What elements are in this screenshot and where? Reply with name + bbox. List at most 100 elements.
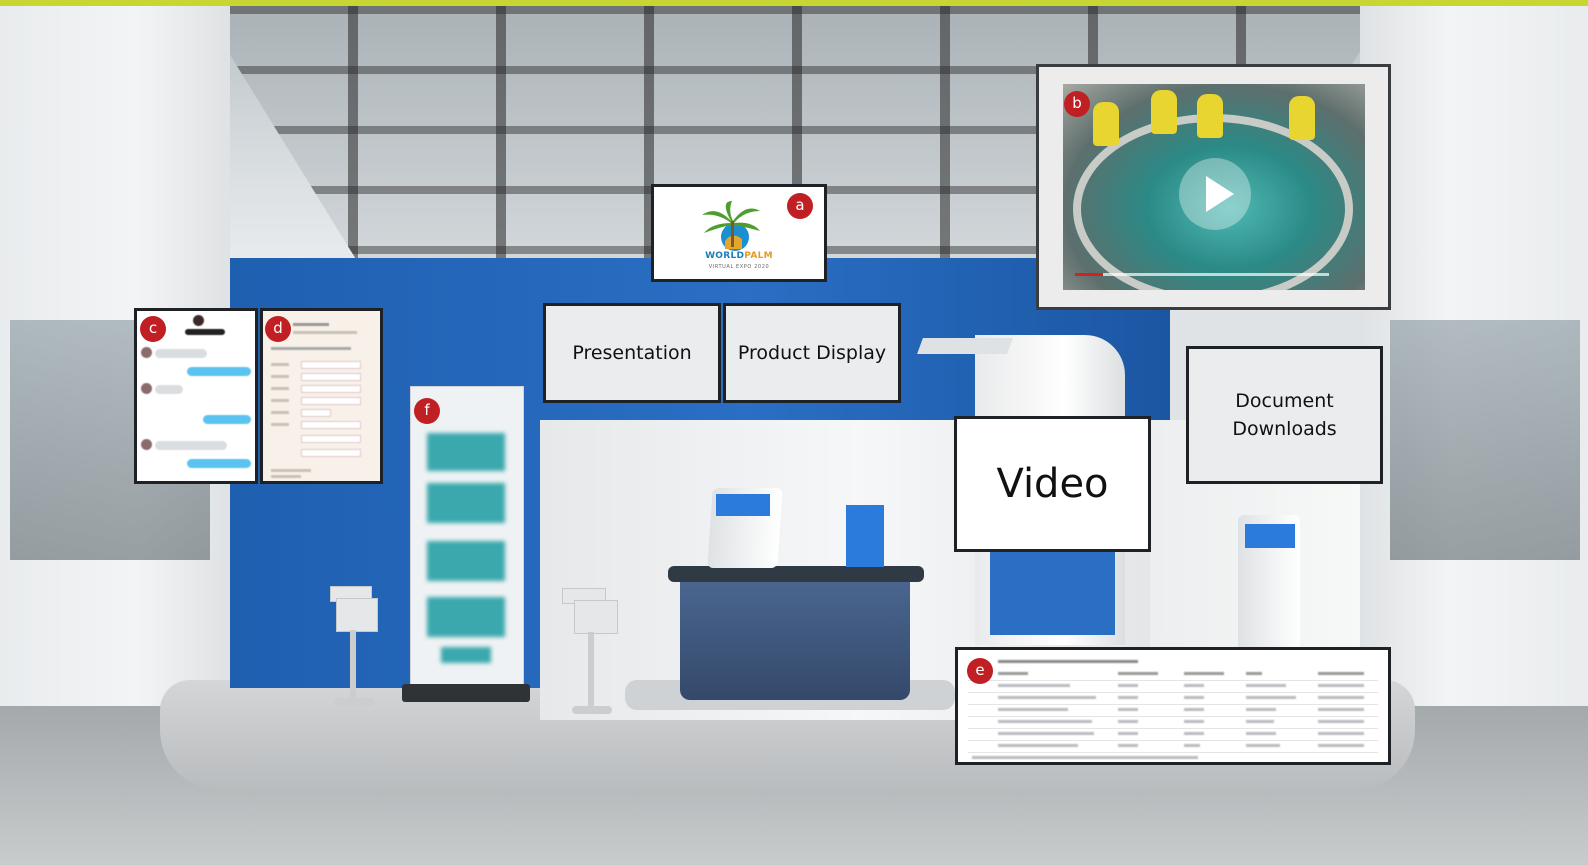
- tower-screen: [990, 540, 1115, 635]
- chat-avatar: [141, 347, 152, 358]
- video-progress-bar[interactable]: [1075, 273, 1329, 276]
- document-downloads-table[interactable]: [955, 647, 1391, 765]
- table-divider: [968, 740, 1378, 741]
- form-field[interactable]: [301, 409, 331, 417]
- table-cell: [1318, 720, 1364, 723]
- product-display-label: Product Display: [737, 342, 887, 364]
- banner-block: [441, 647, 491, 663]
- video-thumbnail-figure: [1151, 90, 1177, 134]
- table-cell: [1318, 684, 1364, 687]
- document-downloads-label: Document Downloads: [1232, 390, 1337, 440]
- brochure-stand-right: [574, 600, 618, 634]
- table-cell: [1184, 744, 1200, 747]
- video-thumbnail-figure: [1093, 102, 1119, 146]
- play-icon: [1206, 176, 1234, 212]
- logo-name: WORLDPALM: [705, 251, 773, 261]
- product-display-panel[interactable]: Product Display: [723, 303, 901, 403]
- form-footer: [271, 469, 311, 472]
- marker-b: b: [1064, 91, 1090, 117]
- form-subtitle: [293, 331, 357, 334]
- marker-c: c: [140, 316, 166, 342]
- palm-logo-icon: [702, 201, 760, 251]
- video-label: Video: [996, 461, 1109, 507]
- form-field[interactable]: [301, 361, 361, 369]
- tower-canopy: [917, 338, 1013, 354]
- table-divider: [968, 728, 1378, 729]
- presentation-label: Presentation: [572, 342, 692, 364]
- marker-e: e: [967, 658, 993, 684]
- table-header: [1246, 672, 1262, 675]
- play-button[interactable]: [1179, 158, 1251, 230]
- table-cell: [1184, 732, 1204, 735]
- table-cell: [1246, 744, 1280, 747]
- video-thumbnail-figure: [1289, 96, 1315, 140]
- table-cell[interactable]: [998, 684, 1070, 687]
- table-cell: [1246, 696, 1296, 699]
- table-cell: [1118, 708, 1138, 711]
- banner-block: [427, 483, 505, 523]
- table-header: [998, 672, 1028, 675]
- table-cell: [1246, 720, 1274, 723]
- table-cell[interactable]: [998, 732, 1094, 735]
- table-cell: [1184, 696, 1204, 699]
- video-thumbnail-figure: [1197, 94, 1223, 138]
- table-cell: [1184, 708, 1204, 711]
- table-header: [1118, 672, 1158, 675]
- video-player[interactable]: [1063, 84, 1365, 290]
- form-field[interactable]: [301, 435, 361, 443]
- form-field[interactable]: [301, 397, 361, 405]
- table-divider: [968, 704, 1378, 705]
- video-panel[interactable]: Video: [954, 416, 1151, 552]
- table-cell: [1118, 744, 1138, 747]
- table-divider: [968, 680, 1378, 681]
- table-title: [998, 660, 1138, 663]
- chat-message-out: [187, 367, 251, 376]
- table-cell: [1246, 732, 1276, 735]
- reception-desk-top: [668, 566, 924, 582]
- table-divider: [968, 752, 1378, 753]
- form-field[interactable]: [301, 373, 361, 381]
- table-cell: [1184, 684, 1204, 687]
- form-field[interactable]: [301, 449, 361, 457]
- form-label: [271, 375, 289, 378]
- table-footer: [972, 756, 1198, 759]
- table-cell[interactable]: [998, 744, 1078, 747]
- form-label: [271, 387, 289, 390]
- table-cell: [1318, 732, 1364, 735]
- rollup-banner-base: [402, 684, 530, 702]
- chat-message-out: [187, 459, 251, 468]
- table-cell: [1318, 744, 1364, 747]
- table-cell: [1246, 684, 1286, 687]
- table-cell[interactable]: [998, 708, 1068, 711]
- chat-header-avatar: [193, 315, 204, 326]
- hall-doors-right: [1390, 320, 1580, 560]
- chat-message-out: [203, 415, 251, 424]
- video-progress-fill: [1075, 273, 1103, 276]
- banner-block: [427, 597, 505, 637]
- desk-sign: [846, 505, 884, 567]
- chat-message-in: [155, 385, 183, 394]
- rollup-banner[interactable]: [410, 386, 524, 688]
- banner-block: [427, 541, 505, 581]
- marker-a: a: [787, 193, 813, 219]
- table-cell: [1318, 696, 1364, 699]
- form-label: [271, 423, 289, 426]
- form-footer: [271, 475, 301, 478]
- brochure-stand-right-pole: [588, 632, 594, 708]
- table-divider: [968, 716, 1378, 717]
- table-cell[interactable]: [998, 720, 1092, 723]
- marker-d: d: [265, 316, 291, 342]
- form-label: [271, 411, 289, 414]
- logo-tagline: VIRTUAL EXPO 2020: [708, 264, 770, 270]
- form-field[interactable]: [301, 421, 361, 429]
- form-title: [293, 323, 329, 326]
- presentation-panel[interactable]: Presentation: [543, 303, 721, 403]
- document-downloads-panel[interactable]: Document Downloads: [1186, 346, 1383, 484]
- brochure-stand-left: [336, 598, 378, 632]
- table-cell[interactable]: [998, 696, 1096, 699]
- table-cell: [1118, 684, 1138, 687]
- table-header: [1318, 672, 1364, 675]
- table-cell: [1318, 708, 1364, 711]
- chat-avatar: [141, 439, 152, 450]
- form-field[interactable]: [301, 385, 361, 393]
